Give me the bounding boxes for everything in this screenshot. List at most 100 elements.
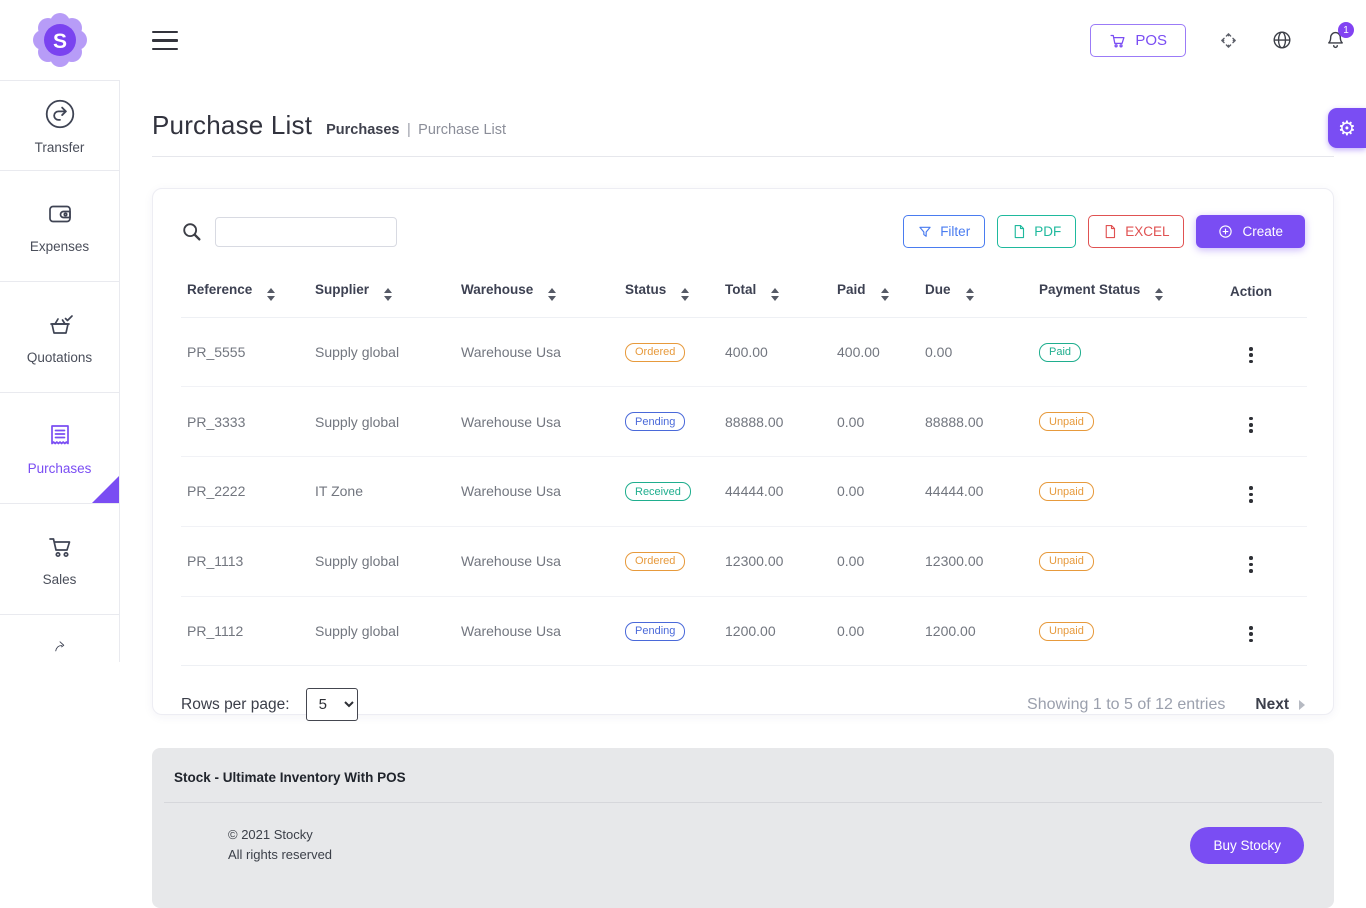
row-actions-menu-button[interactable] [1243, 483, 1259, 505]
footer-heading: Stock - Ultimate Inventory With POS [152, 748, 1334, 802]
column-header-label: Supplier [315, 282, 369, 297]
globe-icon [1271, 29, 1293, 51]
cell-action [1195, 317, 1307, 387]
app-logo[interactable]: S [30, 10, 90, 70]
next-page-button[interactable]: Next [1255, 696, 1305, 714]
cell-total: 44444.00 [721, 457, 833, 527]
table-row: PR_3333Supply globalWarehouse UsaPending… [181, 387, 1307, 457]
settings-button[interactable]: ⚙ [1328, 108, 1366, 148]
sort-icon[interactable] [267, 288, 275, 301]
cell-paid: 0.00 [833, 596, 921, 666]
cell-status: Ordered [621, 526, 721, 596]
cell-warehouse: Warehouse Usa [457, 457, 621, 527]
cell-payment-status: Unpaid [1035, 596, 1195, 666]
sort-icon[interactable] [548, 288, 556, 301]
column-header-label: Paid [837, 282, 866, 297]
sidebar-item-expenses[interactable]: Expenses [0, 171, 119, 282]
cell-paid: 400.00 [833, 317, 921, 387]
column-header-due[interactable]: Due [921, 276, 1035, 317]
sidebar-item-label: Sales [43, 572, 77, 587]
column-header-status[interactable]: Status [621, 276, 721, 317]
create-button[interactable]: Create [1196, 215, 1305, 248]
column-header-reference[interactable]: Reference [181, 276, 311, 317]
cell-payment-status: Unpaid [1035, 387, 1195, 457]
cell-payment-status: Unpaid [1035, 457, 1195, 527]
cell-reference: PR_1113 [181, 526, 311, 596]
pos-button[interactable]: POS [1090, 24, 1186, 57]
purchase-list-card: Filter PDF EXCEL [152, 188, 1334, 715]
sidebar-item-quotations[interactable]: Quotations [0, 282, 119, 393]
notifications-button[interactable]: 1 [1325, 29, 1346, 51]
cell-supplier: Supply global [311, 387, 457, 457]
cell-status: Pending [621, 387, 721, 457]
sort-icon[interactable] [966, 288, 974, 301]
language-button[interactable] [1271, 29, 1293, 51]
column-header-label: Total [725, 282, 756, 297]
cell-due: 88888.00 [921, 387, 1035, 457]
sidebar-item-purchases[interactable]: Purchases [0, 393, 119, 504]
cell-due: 12300.00 [921, 526, 1035, 596]
status-badge: Unpaid [1039, 482, 1094, 501]
column-header-warehouse[interactable]: Warehouse [457, 276, 621, 317]
sidebar-item-sales[interactable]: Sales [0, 504, 119, 615]
pdf-export-button[interactable]: PDF [997, 215, 1076, 248]
cell-warehouse: Warehouse Usa [457, 526, 621, 596]
cell-payment-status: Paid [1035, 317, 1195, 387]
search-icon [181, 221, 203, 243]
row-actions-menu-button[interactable] [1243, 414, 1259, 436]
sort-icon[interactable] [384, 288, 392, 301]
column-header-label: Due [925, 282, 951, 297]
breadcrumb-section[interactable]: Purchases [326, 122, 399, 138]
status-badge: Unpaid [1039, 552, 1094, 571]
filter-button[interactable]: Filter [903, 215, 985, 248]
wallet-icon [44, 198, 76, 230]
table-header-row: Reference Supplier Warehouse Status Total Pai… [181, 276, 1307, 317]
stocky-logo-icon: S [30, 10, 90, 70]
column-header-payment-status[interactable]: Payment Status [1035, 276, 1195, 317]
sort-icon[interactable] [681, 288, 689, 301]
cell-reference: PR_5555 [181, 317, 311, 387]
sort-icon[interactable] [771, 288, 779, 301]
sort-icon[interactable] [881, 288, 889, 301]
cell-warehouse: Warehouse Usa [457, 596, 621, 666]
transfer-icon [43, 97, 77, 131]
row-actions-menu-button[interactable] [1243, 623, 1259, 645]
status-badge: Received [625, 482, 691, 501]
excel-export-button[interactable]: EXCEL [1088, 215, 1184, 248]
cell-paid: 0.00 [833, 387, 921, 457]
cell-due: 0.00 [921, 317, 1035, 387]
cart-icon [1109, 32, 1126, 49]
main-content: Purchase List Purchases | Purchase List … [120, 80, 1366, 881]
column-header-total[interactable]: Total [721, 276, 833, 317]
cell-status: Ordered [621, 317, 721, 387]
cell-action [1195, 457, 1307, 527]
table-row: PR_1113Supply globalWarehouse UsaOrdered… [181, 526, 1307, 596]
cell-status: Pending [621, 596, 721, 666]
menu-toggle-button[interactable] [152, 31, 178, 50]
buy-stocky-button[interactable]: Buy Stocky [1190, 827, 1304, 864]
row-actions-menu-button[interactable] [1243, 553, 1259, 575]
rows-per-page-select[interactable]: 5 [306, 688, 358, 721]
sidebar-item-transfer[interactable]: Transfer [0, 81, 119, 171]
page-header: Purchase List Purchases | Purchase List [152, 110, 506, 141]
page-footer: Stock - Ultimate Inventory With POS © 20… [152, 748, 1334, 908]
status-badge: Ordered [625, 343, 685, 362]
sidebar-item-returns[interactable] [0, 615, 119, 662]
row-actions-menu-button[interactable] [1243, 344, 1259, 366]
column-header-supplier[interactable]: Supplier [311, 276, 457, 317]
gear-icon: ⚙ [1338, 116, 1356, 140]
column-header-paid[interactable]: Paid [833, 276, 921, 317]
status-badge: Unpaid [1039, 622, 1094, 641]
top-header-bar: S POS 1 [0, 0, 1366, 80]
cell-payment-status: Unpaid [1035, 526, 1195, 596]
cell-action [1195, 387, 1307, 457]
table-row: PR_2222IT ZoneWarehouse UsaReceived44444… [181, 457, 1307, 527]
pdf-file-icon [1012, 224, 1026, 239]
fullscreen-button[interactable] [1218, 30, 1239, 51]
pagination-bar: Rows per page: 5 Showing 1 to 5 of 12 en… [181, 688, 1305, 721]
sort-icon[interactable] [1155, 288, 1163, 301]
column-header-label: Status [625, 282, 666, 297]
page-title: Purchase List [152, 110, 312, 141]
search-input[interactable] [215, 217, 397, 247]
excel-file-icon [1103, 224, 1117, 239]
